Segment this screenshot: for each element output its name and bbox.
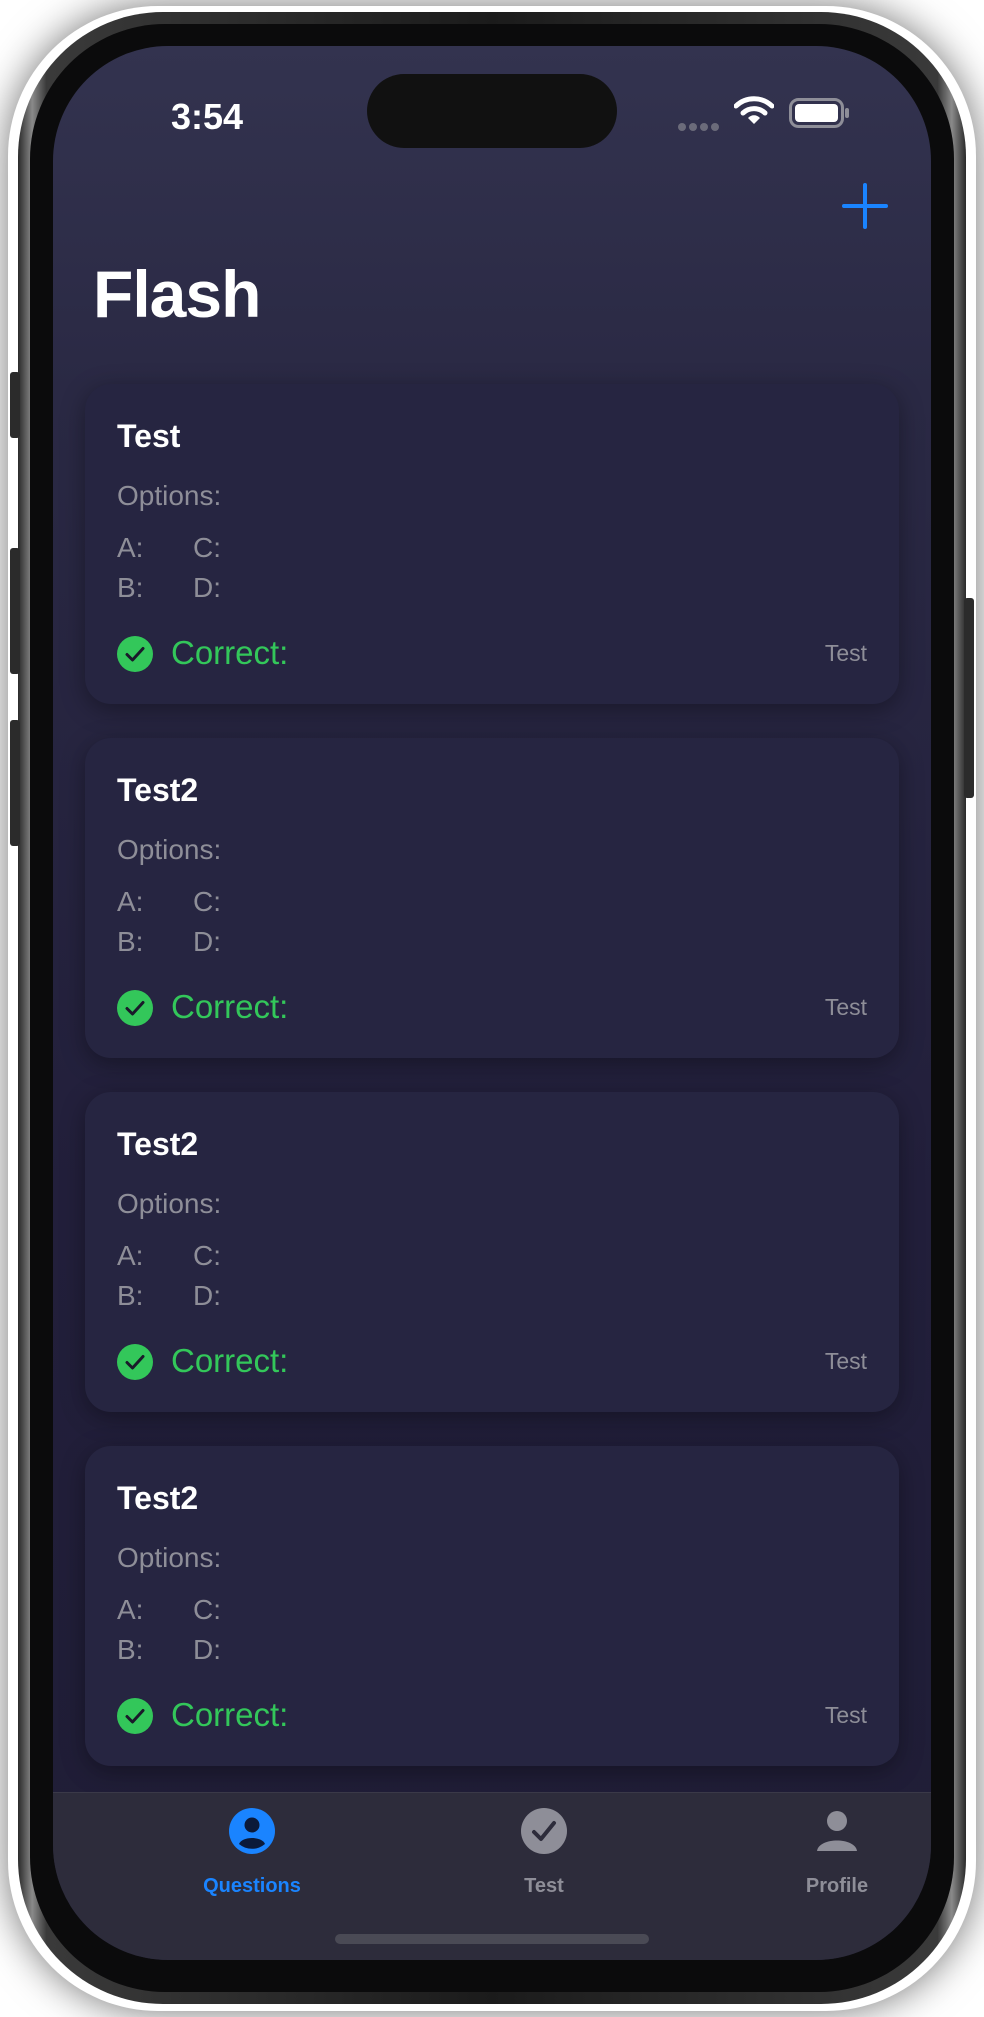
- add-button[interactable]: [841, 182, 889, 230]
- category-label: Test: [824, 640, 867, 666]
- option-c-label: C:: [193, 886, 221, 917]
- question-title: Test: [117, 418, 181, 454]
- action-button: [10, 372, 20, 438]
- battery-icon: [789, 98, 849, 128]
- option-d-label: D:: [193, 1280, 221, 1311]
- option-c-label: C:: [193, 532, 221, 563]
- options-label: Options:: [117, 834, 222, 865]
- checkmark-circle-icon: [117, 636, 153, 672]
- option-a-label: A:: [117, 1594, 144, 1625]
- status-time: 3:54: [171, 96, 244, 137]
- checkmark-circle-icon: [117, 990, 153, 1026]
- cellular-signal-icon: [678, 118, 724, 131]
- tab-questions[interactable]: Questions: [152, 1793, 352, 1903]
- question-title: Test2: [117, 1480, 199, 1516]
- option-b-label: B:: [117, 1280, 144, 1311]
- correct-answer-label: Correct:: [171, 988, 289, 1025]
- category-label: Test: [824, 1348, 867, 1374]
- tab-questions-label: Questions: [203, 1875, 301, 1897]
- person-circle-icon: [229, 1808, 275, 1854]
- tab-profile-label: Profile: [805, 1875, 869, 1897]
- app-screen: 3:54 Flash Test Options: A: C: B: D: Cor…: [53, 46, 931, 1960]
- option-c-label: C:: [193, 1240, 221, 1271]
- home-indicator[interactable]: [335, 1934, 649, 1944]
- page-title: Flash: [93, 257, 261, 331]
- question-card[interactable]: Test2 Options: A: C: B: D: Correct: Test: [85, 738, 899, 1058]
- correct-answer-label: Correct:: [171, 634, 289, 671]
- tab-test[interactable]: Test: [444, 1793, 644, 1903]
- person-icon: [817, 1811, 857, 1851]
- checkmark-circle-icon: [117, 1698, 153, 1734]
- option-a-label: A:: [117, 1240, 144, 1271]
- question-card[interactable]: Test2 Options: A: C: B: D: Correct: Test: [85, 1092, 899, 1412]
- option-a-label: A:: [117, 532, 144, 563]
- option-b-label: B:: [117, 926, 144, 957]
- correct-answer-label: Correct:: [171, 1342, 289, 1379]
- tab-test-label: Test: [524, 1875, 564, 1897]
- checkmark-circle-icon: [117, 1344, 153, 1380]
- option-d-label: D:: [193, 572, 221, 603]
- question-card[interactable]: Test Options: A: C: B: D: Correct: Test: [85, 384, 899, 704]
- category-label: Test: [824, 1702, 867, 1728]
- options-label: Options:: [117, 1542, 222, 1573]
- tab-profile[interactable]: Profile: [737, 1793, 931, 1903]
- question-title: Test2: [117, 772, 199, 808]
- option-c-label: C:: [193, 1594, 221, 1625]
- correct-answer-label: Correct:: [171, 1696, 289, 1733]
- question-title: Test2: [117, 1126, 199, 1162]
- option-d-label: D:: [193, 1634, 221, 1665]
- options-label: Options:: [117, 1188, 222, 1219]
- options-label: Options:: [117, 480, 222, 511]
- option-d-label: D:: [193, 926, 221, 957]
- volume-up-button: [10, 548, 20, 674]
- option-a-label: A:: [117, 886, 144, 917]
- checkmark-circle-icon: [521, 1808, 567, 1854]
- volume-down-button: [10, 720, 20, 846]
- option-b-label: B:: [117, 1634, 144, 1665]
- power-button: [964, 598, 974, 798]
- option-b-label: B:: [117, 572, 144, 603]
- question-card[interactable]: Test2 Options: A: C: B: D: Correct: Test: [85, 1446, 899, 1766]
- category-label: Test: [824, 994, 867, 1020]
- dynamic-island: [367, 74, 617, 148]
- plus-icon: [842, 183, 888, 229]
- wifi-icon: [734, 96, 774, 124]
